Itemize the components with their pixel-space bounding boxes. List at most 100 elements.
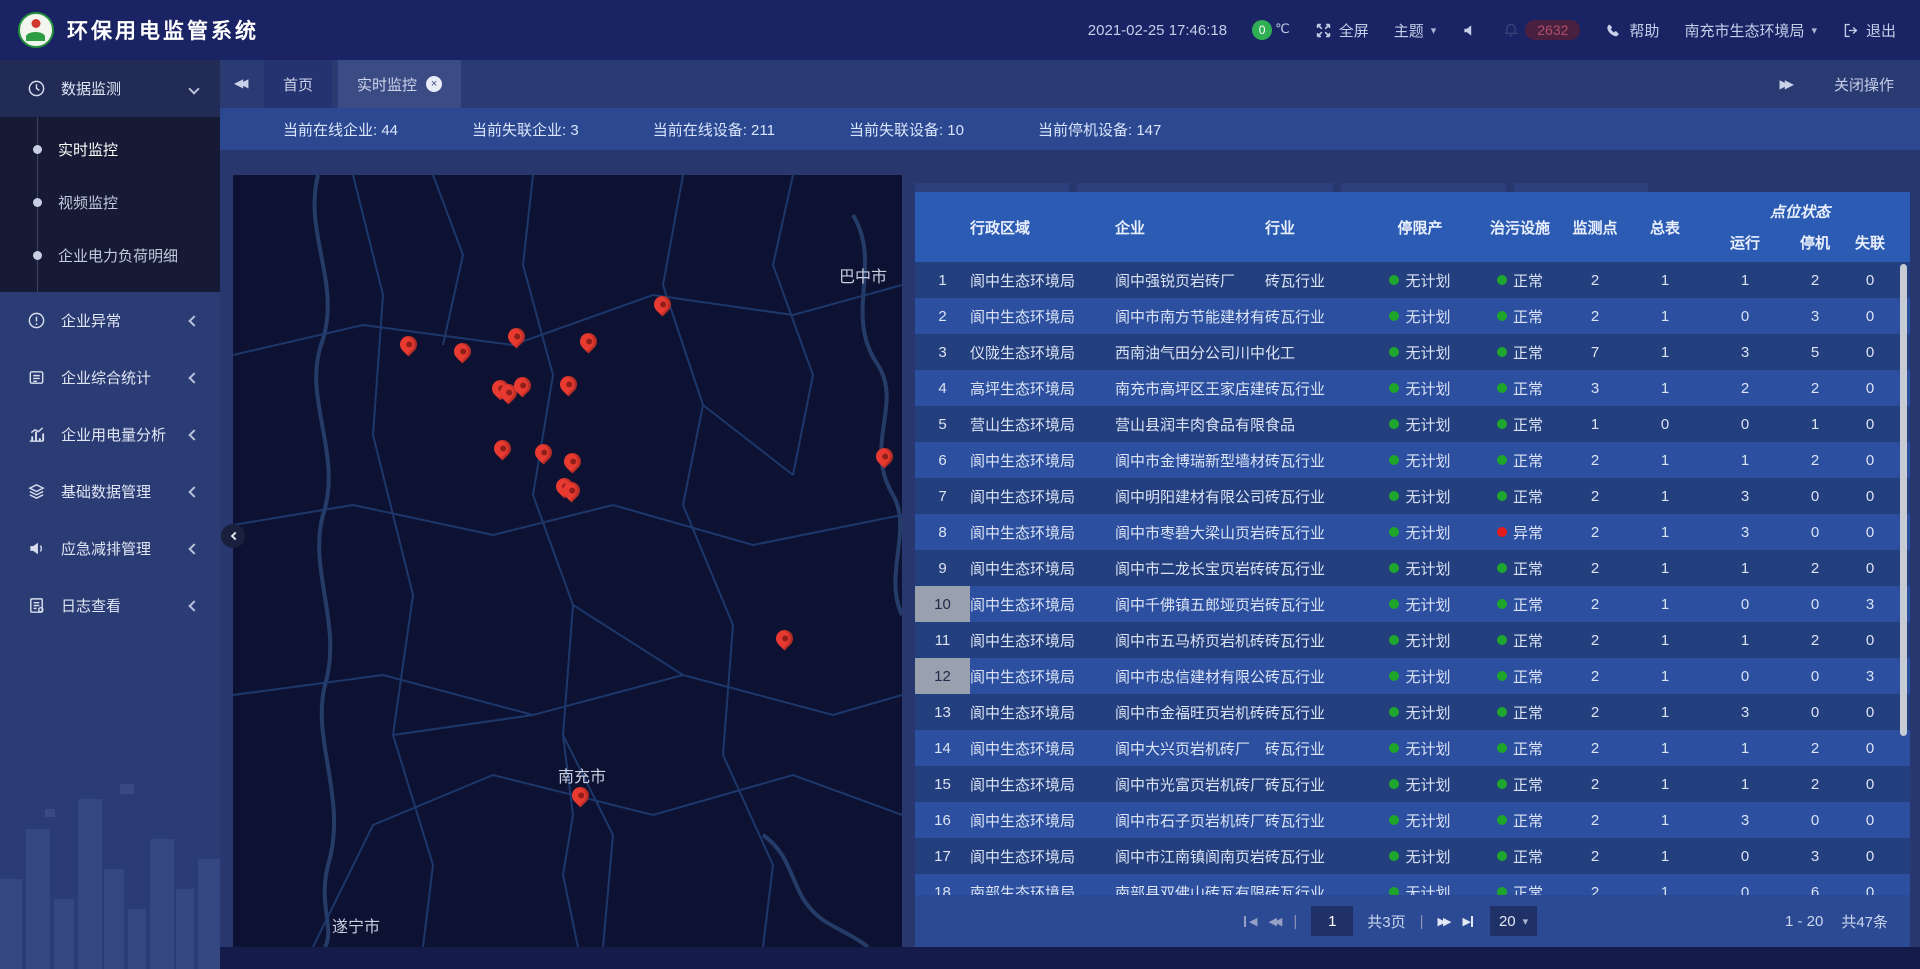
cell-total-meter: 1 bbox=[1625, 380, 1705, 397]
table-scrollbar-thumb[interactable] bbox=[1900, 264, 1907, 736]
sidebar-subitem-label: 实时监控 bbox=[58, 139, 118, 160]
table-row-15[interactable]: 15阆中生态环境局阆中市光富页岩机砖厂砖瓦行业无计划正常21120 bbox=[915, 766, 1910, 802]
cell-facility-status: 正常 bbox=[1475, 882, 1565, 896]
table-row-17[interactable]: 17阆中生态环境局阆中市江南镇阆南页岩砖瓦行业无计划正常21030 bbox=[915, 838, 1910, 874]
map-panel[interactable]: 巴中市南充市遂宁市 bbox=[233, 175, 902, 947]
cell-stop-count: 2 bbox=[1785, 272, 1845, 289]
pagination-summary: 1 - 20 共47条 bbox=[1785, 895, 1888, 947]
table-row-18[interactable]: 18南部生态环境局南部县双佛山砖瓦有限公砖瓦行业无计划正常21060 bbox=[915, 874, 1910, 895]
row-index: 16 bbox=[915, 802, 970, 838]
cell-plan-status: 无计划 bbox=[1365, 738, 1475, 759]
sidebar-item-label: 数据监测 bbox=[61, 78, 121, 99]
table-row-3[interactable]: 3仪陇生态环境局西南油气田分公司川中化工无计划正常71350 bbox=[915, 334, 1910, 370]
table-row-9[interactable]: 9阆中生态环境局阆中市二龙长宝页岩砖砖瓦行业无计划正常21120 bbox=[915, 550, 1910, 586]
cell-monitor-count: 3 bbox=[1565, 380, 1625, 397]
table-row-7[interactable]: 7阆中生态环境局阆中明阳建材有限公司砖瓦行业无计划正常21300 bbox=[915, 478, 1910, 514]
page-size-select[interactable]: 20 ▾ bbox=[1490, 906, 1537, 936]
logout-button[interactable]: 退出 bbox=[1842, 20, 1896, 41]
cell-lost-count: 0 bbox=[1845, 416, 1895, 433]
status-dot-icon bbox=[1497, 635, 1507, 645]
row-index: 18 bbox=[915, 874, 970, 895]
sidebar-submenu: 实时监控视频监控企业电力负荷明细 bbox=[0, 117, 220, 292]
total-pages-label: 共3页 bbox=[1367, 911, 1405, 932]
app-logo-icon bbox=[18, 12, 54, 48]
cell-company: 阆中市忠信建材有限公 bbox=[1115, 666, 1265, 687]
status-dot-icon bbox=[1497, 887, 1507, 895]
table-row-5[interactable]: 5营山生态环境局营山县润丰肉食品有限食品无计划正常10010 bbox=[915, 406, 1910, 442]
map-collapse-button[interactable] bbox=[221, 524, 245, 548]
help-button[interactable]: 帮助 bbox=[1605, 20, 1659, 41]
table-row-4[interactable]: 4高坪生态环境局南充市高坪区王家店建砖瓦行业无计划正常31220 bbox=[915, 370, 1910, 406]
status-dot-icon bbox=[1389, 455, 1399, 465]
sidebar-item-label: 日志查看 bbox=[61, 595, 121, 616]
notifications-button[interactable]: 2632 bbox=[1503, 20, 1580, 40]
org-dropdown[interactable]: 南充市生态环境局 ▾ bbox=[1684, 20, 1817, 41]
table-row-10[interactable]: 10阆中生态环境局阆中千佛镇五郎垭页岩砖瓦行业无计划正常21003 bbox=[915, 586, 1910, 622]
sidebar-item-power-load-detail[interactable]: 企业电力负荷明细 bbox=[0, 229, 220, 282]
cell-region: 仪陇生态环境局 bbox=[970, 342, 1115, 363]
table-row-12[interactable]: 12阆中生态环境局阆中市忠信建材有限公砖瓦行业无计划正常21003 bbox=[915, 658, 1910, 694]
sidebar-item-emergency-reduction[interactable]: 应急减排管理 bbox=[0, 520, 220, 577]
status-dot-icon bbox=[1389, 491, 1399, 501]
table-row-16[interactable]: 16阆中生态环境局阆中市石子页岩机砖厂砖瓦行业无计划正常21300 bbox=[915, 802, 1910, 838]
table-row-2[interactable]: 2阆中生态环境局阆中市南方节能建材有砖瓦行业无计划正常21030 bbox=[915, 298, 1910, 334]
cell-facility-status: 正常 bbox=[1475, 702, 1565, 723]
page-number-input[interactable]: 1 bbox=[1311, 906, 1353, 936]
sidebar-item-log-view[interactable]: 日志查看 bbox=[0, 577, 220, 634]
sidebar-subitem-label: 企业电力负荷明细 bbox=[58, 245, 178, 266]
tab-home[interactable]: 首页 bbox=[264, 60, 332, 108]
cell-facility-status: 正常 bbox=[1475, 270, 1565, 291]
tab-close-icon[interactable]: × bbox=[426, 76, 442, 92]
sidebar-item-video-monitor[interactable]: 视频监控 bbox=[0, 176, 220, 229]
cell-total-meter: 1 bbox=[1625, 668, 1705, 685]
table-row-1[interactable]: 1阆中生态环境局阆中强锐页岩砖厂砖瓦行业无计划正常21120 bbox=[915, 262, 1910, 298]
sidebar-item-label: 企业综合统计 bbox=[61, 367, 151, 388]
cell-stop-count: 5 bbox=[1785, 344, 1845, 361]
cell-plan-status: 无计划 bbox=[1365, 270, 1475, 291]
bottom-strip bbox=[220, 947, 1920, 969]
tab-realtime-monitor[interactable]: 实时监控× bbox=[338, 60, 461, 108]
column-header-3: 行业 bbox=[1265, 192, 1365, 262]
sidebar-item-base-data-management[interactable]: 基础数据管理 bbox=[0, 463, 220, 520]
table-row-6[interactable]: 6阆中生态环境局阆中市金博瑞新型墙材砖瓦行业无计划正常21120 bbox=[915, 442, 1910, 478]
cell-total-meter: 1 bbox=[1625, 740, 1705, 757]
cell-facility-status: 正常 bbox=[1475, 774, 1565, 795]
table-row-14[interactable]: 14阆中生态环境局阆中大兴页岩机砖厂砖瓦行业无计划正常21120 bbox=[915, 730, 1910, 766]
cell-stop-count: 2 bbox=[1785, 740, 1845, 757]
scroll-tabs-right-icon[interactable]: ▶▶ bbox=[1780, 77, 1794, 91]
scroll-tabs-left-icon[interactable]: ◀◀ bbox=[234, 76, 248, 90]
cell-lost-count: 0 bbox=[1845, 848, 1895, 865]
theme-dropdown[interactable]: 主题 ▾ bbox=[1394, 20, 1437, 41]
mute-button[interactable] bbox=[1461, 22, 1478, 39]
status-dot-icon bbox=[1497, 347, 1507, 357]
close-operations-button[interactable]: 关闭操作 bbox=[1834, 74, 1894, 95]
row-index: 11 bbox=[915, 622, 970, 658]
sidebar-item-data-monitoring[interactable]: 数据监测 bbox=[0, 60, 220, 117]
skyline-decoration bbox=[0, 754, 220, 969]
next-page-icon[interactable]: ▶▶ bbox=[1438, 915, 1449, 928]
prev-page-icon[interactable]: ◀◀ bbox=[1268, 915, 1279, 928]
cell-region: 阆中生态环境局 bbox=[970, 846, 1115, 867]
cell-industry: 化工 bbox=[1265, 342, 1365, 363]
sidebar-item-realtime-monitor[interactable]: 实时监控 bbox=[0, 123, 220, 176]
fullscreen-button[interactable]: 全屏 bbox=[1315, 20, 1369, 41]
status-dot-icon bbox=[1389, 347, 1399, 357]
sidebar-item-enterprise-abnormal[interactable]: 企业异常 bbox=[0, 292, 220, 349]
cell-plan-status: 无计划 bbox=[1365, 594, 1475, 615]
table-row-8[interactable]: 8阆中生态环境局阆中市枣碧大梁山页岩砖瓦行业无计划异常21300 bbox=[915, 514, 1910, 550]
chevron-left-icon bbox=[230, 532, 238, 540]
sidebar-item-enterprise-statistics[interactable]: 企业综合统计 bbox=[0, 349, 220, 406]
cell-run-count: 0 bbox=[1705, 308, 1785, 325]
theme-label: 主题 bbox=[1394, 20, 1424, 41]
table-row-13[interactable]: 13阆中生态环境局阆中市金福旺页岩机砖砖瓦行业无计划正常21300 bbox=[915, 694, 1910, 730]
last-page-icon[interactable]: ▶ bbox=[1462, 915, 1475, 928]
status-dot-icon bbox=[1389, 419, 1399, 429]
first-page-icon[interactable]: ◀ bbox=[1241, 915, 1254, 928]
sidebar-item-power-usage-analysis[interactable]: 企业用电量分析 bbox=[0, 406, 220, 463]
cell-facility-status: 正常 bbox=[1475, 378, 1565, 399]
cell-lost-count: 0 bbox=[1845, 344, 1895, 361]
cell-region: 南部生态环境局 bbox=[970, 882, 1115, 896]
fullscreen-icon bbox=[1315, 22, 1332, 39]
cell-monitor-count: 2 bbox=[1565, 668, 1625, 685]
table-row-11[interactable]: 11阆中生态环境局阆中市五马桥页岩机砖砖瓦行业无计划正常21120 bbox=[915, 622, 1910, 658]
